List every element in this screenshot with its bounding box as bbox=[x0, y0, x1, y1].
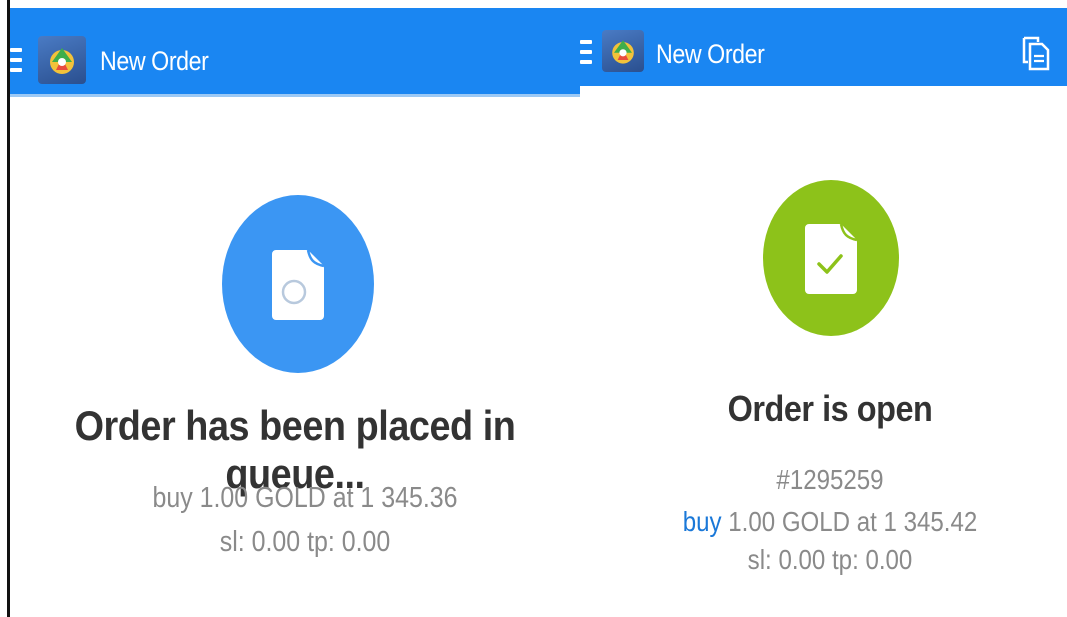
page-title: New Order bbox=[100, 46, 209, 76]
app-bar: New Order bbox=[580, 8, 1067, 86]
status-heading: Order is open bbox=[727, 388, 933, 429]
metatrader-logo-icon[interactable] bbox=[602, 30, 644, 72]
document-pending-icon bbox=[272, 249, 325, 320]
copy-document-icon[interactable] bbox=[1021, 34, 1051, 72]
page-title: New Order bbox=[656, 39, 765, 69]
sl-tp-summary: sl: 0.00 tp: 0.00 bbox=[219, 526, 391, 558]
ticket-number: #1295259 bbox=[776, 464, 884, 495]
order-summary: buy 1.00 GOLD at 1 345.36 bbox=[152, 482, 458, 514]
order-open-screen: New Order Order is open #1295259 buy 1.0… bbox=[580, 0, 1067, 617]
hamburger-icon[interactable] bbox=[580, 40, 592, 64]
open-status-badge bbox=[763, 180, 899, 336]
pending-status-badge bbox=[222, 195, 374, 373]
order-summary: buy 1.00 GOLD at 1 345.42 bbox=[615, 506, 1045, 538]
order-queued-screen: New Order Order has been placed in queue… bbox=[10, 0, 580, 617]
app-bar-divider bbox=[10, 94, 580, 97]
sl-tp-summary: sl: 0.00 tp: 0.00 bbox=[747, 544, 913, 575]
order-summary-text: 1.00 GOLD at 1 345.42 bbox=[721, 506, 978, 537]
document-check-icon bbox=[805, 223, 858, 294]
trade-side-link[interactable]: buy bbox=[683, 506, 722, 537]
metatrader-logo-icon[interactable] bbox=[38, 36, 86, 84]
hamburger-icon[interactable] bbox=[10, 48, 22, 72]
app-bar: New Order bbox=[10, 8, 580, 94]
